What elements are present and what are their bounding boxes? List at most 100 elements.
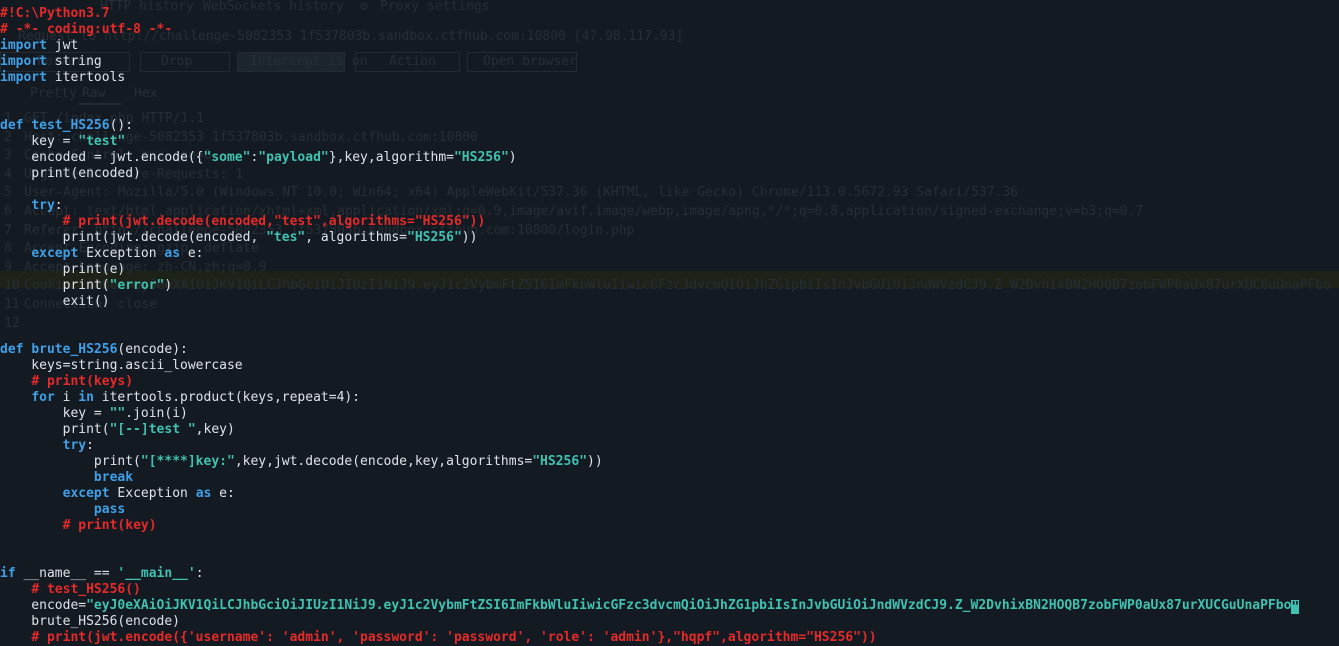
code-token: #!C:\Python3.7 <box>0 6 110 21</box>
code-token: itertools <box>46 70 126 85</box>
code-token: "[****]key:" <box>140 454 235 469</box>
code-token: # -*- coding:utf-8 -*- <box>0 22 173 37</box>
code-token: : <box>54 198 63 213</box>
code-token: brute_HS256 <box>31 342 118 357</box>
code-line: except Exception as e: <box>0 486 1339 502</box>
code-token: (): <box>109 118 134 133</box>
code-token: print(encoded) <box>0 166 141 181</box>
code-token: brute_HS256(encode) <box>0 614 181 629</box>
code-line: pass <box>0 502 1339 518</box>
code-token: "HS256" <box>453 150 509 165</box>
code-token: , algorithms= <box>305 230 407 245</box>
code-token: Exception <box>109 486 196 501</box>
code-line: # print(jwt.decode(encoded,"test",algori… <box>0 214 1339 230</box>
code-token: "error" <box>109 278 165 293</box>
code-line: brute_HS256(encode) <box>0 614 1339 630</box>
code-line: except Exception as e: <box>0 246 1339 262</box>
code-token: "HS256" <box>532 454 588 469</box>
code-token: # test_HS256() <box>31 582 141 597</box>
code-line: print("[--]test ",key) <box>0 422 1339 438</box>
code-token: try <box>62 438 87 453</box>
code-token: # print(jwt.decode(encoded,"test",algori… <box>62 214 486 229</box>
code-line: try: <box>0 438 1339 454</box>
code-line: key = "test" <box>0 134 1339 150</box>
code-token: key = <box>0 406 110 421</box>
code-token: # print(key) <box>62 518 157 533</box>
code-line: import itertools <box>0 70 1339 86</box>
code-token: import <box>0 70 47 85</box>
code-token: )) <box>461 230 478 245</box>
code-token: '__main__' <box>117 566 196 581</box>
code-token: encoded = jwt.encode({ <box>0 150 204 165</box>
code-token: print( <box>0 454 141 469</box>
code-token: print( <box>0 422 110 437</box>
code-token: pass <box>93 502 126 517</box>
code-token: ,key,jwt.decode(encode,key,algorithms= <box>234 454 533 469</box>
code-token: ) <box>508 150 517 165</box>
code-token: keys=string.ascii_lowercase <box>0 358 243 373</box>
code-token: import <box>0 54 47 69</box>
code-token: print(jwt.decode(encoded, <box>0 230 267 245</box>
code-token: itertools.product(keys,repeat=4): <box>93 390 361 405</box>
code-token: ) <box>164 278 173 293</box>
code-token: if <box>0 566 16 581</box>
code-token: as <box>164 246 181 261</box>
code-token: e: <box>211 486 235 501</box>
code-token: def <box>0 118 24 133</box>
code-token: e: <box>180 246 204 261</box>
text-cursor: " <box>1291 600 1300 615</box>
code-token: "test" <box>78 134 126 149</box>
code-token: )) <box>587 454 603 469</box>
code-token: exit() <box>0 294 110 309</box>
code-token: : <box>86 438 94 453</box>
code-token: "tes" <box>266 230 306 245</box>
code-line: exit() <box>0 294 1339 310</box>
code-token: : <box>195 566 204 581</box>
code-token: import <box>0 38 47 53</box>
code-line: print(encoded) <box>0 166 1339 182</box>
code-line: print("[****]key:",key,jwt.decode(encode… <box>0 454 1339 470</box>
code-token: break <box>93 470 134 485</box>
code-token: ,key) <box>195 422 235 437</box>
code-line: print("error") <box>0 278 1339 294</box>
code-token: "eyJ0eXAiOiJKV1QiLCJhbGciOiJIUzI1NiJ9.ey… <box>86 598 1292 613</box>
code-token: "" <box>109 406 126 421</box>
code-token: __name__ == <box>15 566 118 581</box>
terminal-code-view[interactable]: #!C:\Python3.7 # -*- coding:utf-8 -*- impo… <box>0 6 1339 646</box>
code-line: import string <box>0 54 1339 70</box>
code-token: as <box>195 486 212 501</box>
code-line: # test_HS256() <box>0 582 1339 598</box>
code-token: print( <box>0 278 110 293</box>
code-token: "payload" <box>258 150 329 165</box>
code-token: except <box>62 486 110 501</box>
code-token: in <box>78 390 94 405</box>
code-token: "[--]test " <box>109 422 196 437</box>
code-line: def test_HS256(): <box>0 118 1339 134</box>
code-line: keys=string.ascii_lowercase <box>0 358 1339 374</box>
code-token: encode= <box>0 598 87 613</box>
code-line: if __name__ == '__main__': <box>0 566 1339 582</box>
code-line: import jwt <box>0 38 1339 54</box>
code-token: },key,algorithm= <box>328 150 454 165</box>
code-token: .join(i) <box>125 406 188 421</box>
code-token: # print(jwt.encode({'username': 'admin',… <box>31 630 877 645</box>
code-line: # print(keys) <box>0 374 1339 390</box>
code-line: # print(jwt.encode({'username': 'admin',… <box>0 630 1339 646</box>
code-token: except <box>31 246 79 261</box>
